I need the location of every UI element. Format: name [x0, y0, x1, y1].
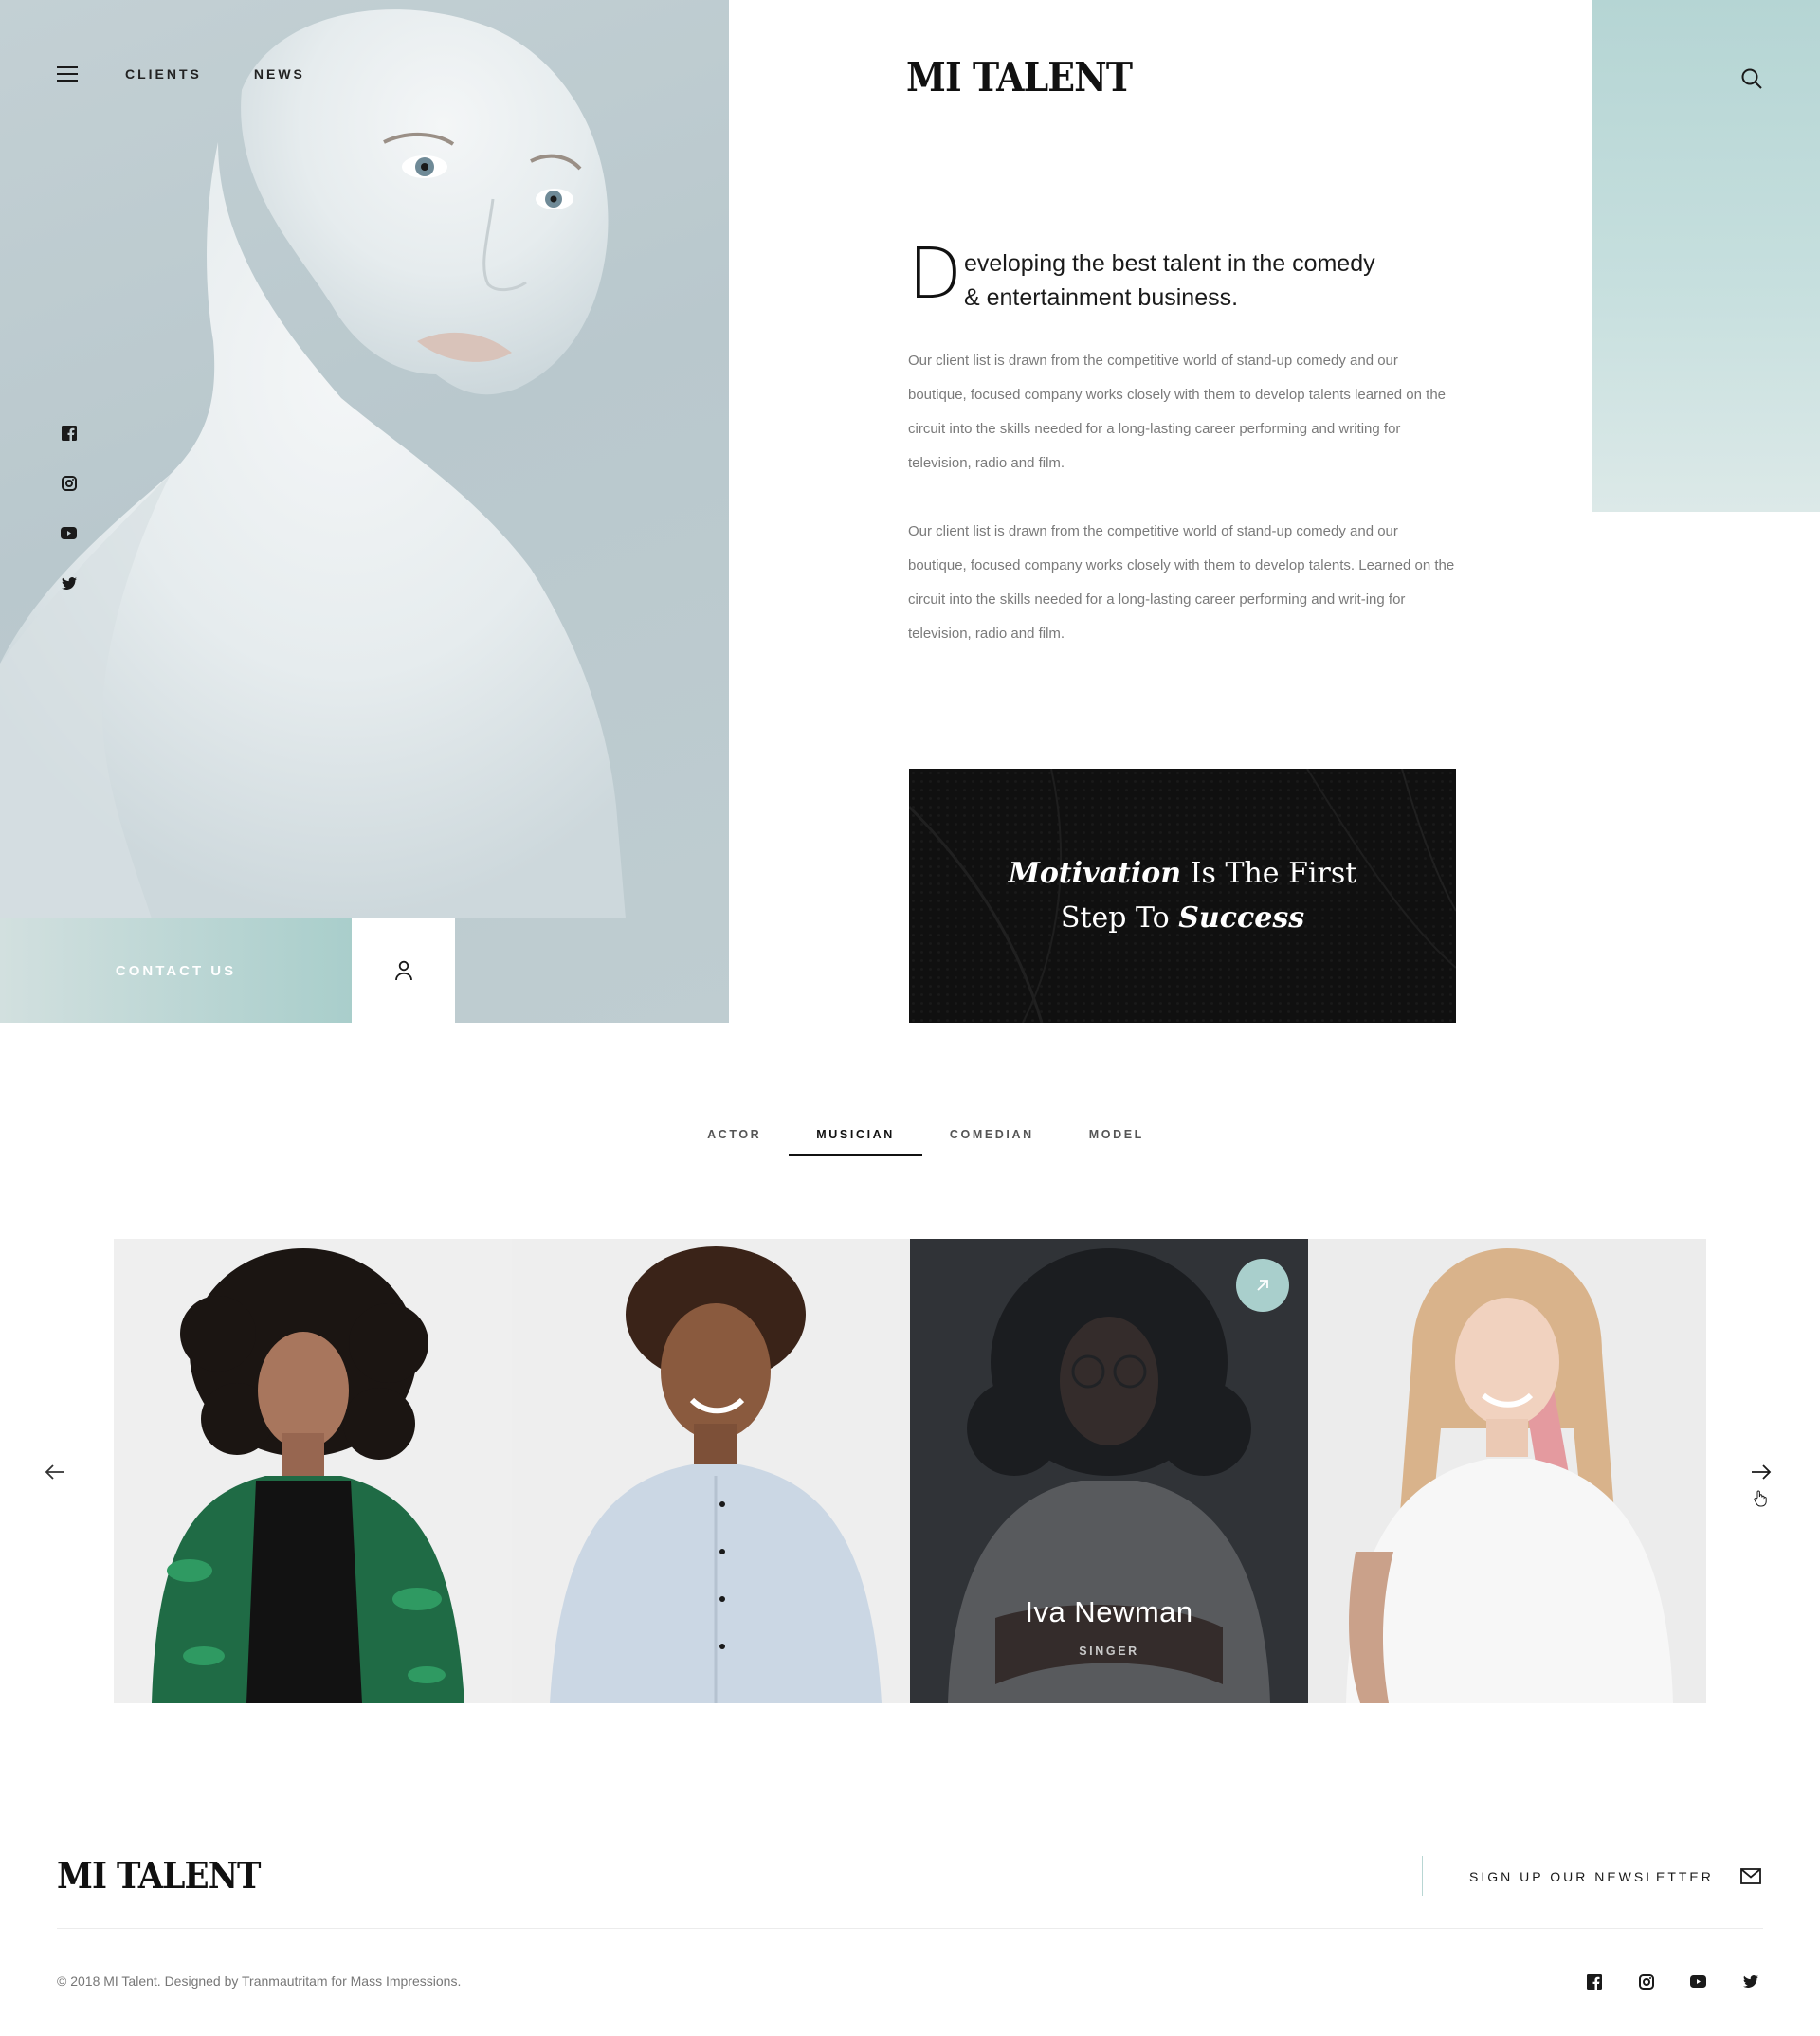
talent-card[interactable]: [512, 1239, 910, 1703]
decorative-teal-panel: [1592, 0, 1820, 512]
youtube-icon[interactable]: [61, 525, 77, 541]
nav-link-news[interactable]: NEWS: [254, 66, 305, 82]
youtube-icon[interactable]: [1690, 1973, 1706, 1990]
copyright-text: © 2018 MI Talent. Designed by Tranmautri…: [57, 1973, 462, 1989]
talent-photo: [512, 1239, 910, 1703]
quote-line2: Step To: [1060, 901, 1179, 935]
mail-icon[interactable]: [1740, 1868, 1763, 1885]
carousel-prev-arrow-icon[interactable]: [44, 1463, 66, 1482]
user-icon: [394, 960, 412, 981]
talent-photo: [1308, 1239, 1706, 1703]
hamburger-menu-icon[interactable]: [57, 66, 78, 82]
nav-link-clients[interactable]: CLIENTS: [125, 66, 202, 82]
intro-dropcap: D: [908, 233, 962, 315]
talent-photo: [114, 1239, 512, 1703]
quote-line1: Is The First: [1181, 857, 1357, 890]
social-links-sidebar: [61, 425, 77, 591]
footer-separator: [57, 1928, 1763, 1929]
talent-carousel: Iva Newman SINGER: [114, 1239, 1706, 1703]
open-profile-arrow-icon[interactable]: [1236, 1259, 1289, 1312]
facebook-icon[interactable]: [1586, 1973, 1602, 1990]
intro-paragraph-2: Our client list is drawn from the compet…: [908, 523, 1455, 642]
talent-card-featured[interactable]: Iva Newman SINGER: [910, 1239, 1308, 1703]
motivation-quote-banner: Motivation Is The First Step To Success: [909, 769, 1456, 1023]
newsletter-signup-link[interactable]: SIGN UP OUR NEWSLETTER: [1469, 1869, 1714, 1884]
footer-social-links: [1586, 1973, 1758, 1990]
twitter-icon[interactable]: [61, 575, 77, 591]
tab-actor[interactable]: ACTOR: [680, 1128, 789, 1156]
hero-portrait-image: [0, 0, 729, 1023]
user-account-button[interactable]: [352, 918, 455, 1023]
talent-role: SINGER: [1079, 1645, 1139, 1658]
footer-divider: [1422, 1856, 1423, 1896]
quote-word-success: Success: [1178, 901, 1305, 935]
talent-card[interactable]: [114, 1239, 512, 1703]
contact-us-button[interactable]: CONTACT US: [0, 918, 352, 1023]
intro-section: D eveloping the best talent in the comed…: [908, 239, 1458, 315]
talent-name: Iva Newman: [1025, 1595, 1193, 1628]
search-icon[interactable]: [1740, 67, 1763, 90]
top-navigation: CLIENTS NEWS: [57, 66, 357, 82]
intro-heading: eveloping the best talent in the comedy …: [964, 246, 1458, 315]
footer-logo[interactable]: MI TALENT: [57, 1854, 262, 1897]
facebook-icon[interactable]: [61, 425, 77, 441]
quote-word-motivation: Motivation: [1008, 857, 1182, 890]
intro-heading-line1: eveloping the best talent in the comedy: [964, 250, 1375, 277]
intro-paragraph-1: Our client list is drawn from the compet…: [908, 353, 1446, 471]
talent-card[interactable]: [1308, 1239, 1706, 1703]
instagram-icon[interactable]: [1638, 1973, 1654, 1990]
intro-heading-line2: & entertainment business.: [964, 284, 1239, 311]
site-logo[interactable]: MI TALENT: [906, 54, 1133, 100]
tab-musician[interactable]: MUSICIAN: [789, 1128, 922, 1156]
quote-text: Motivation Is The First Step To Success: [1009, 851, 1357, 940]
talent-caption: Iva Newman SINGER: [910, 1595, 1308, 1658]
tab-model[interactable]: MODEL: [1062, 1128, 1172, 1156]
tab-comedian[interactable]: COMEDIAN: [922, 1128, 1062, 1156]
pointer-cursor-icon: [1754, 1490, 1767, 1512]
twitter-icon[interactable]: [1742, 1973, 1758, 1990]
instagram-icon[interactable]: [61, 475, 77, 491]
carousel-next-arrow-icon[interactable]: [1750, 1463, 1773, 1482]
talent-category-tabs: ACTOR MUSICIAN COMEDIAN MODEL: [0, 1128, 1820, 1156]
